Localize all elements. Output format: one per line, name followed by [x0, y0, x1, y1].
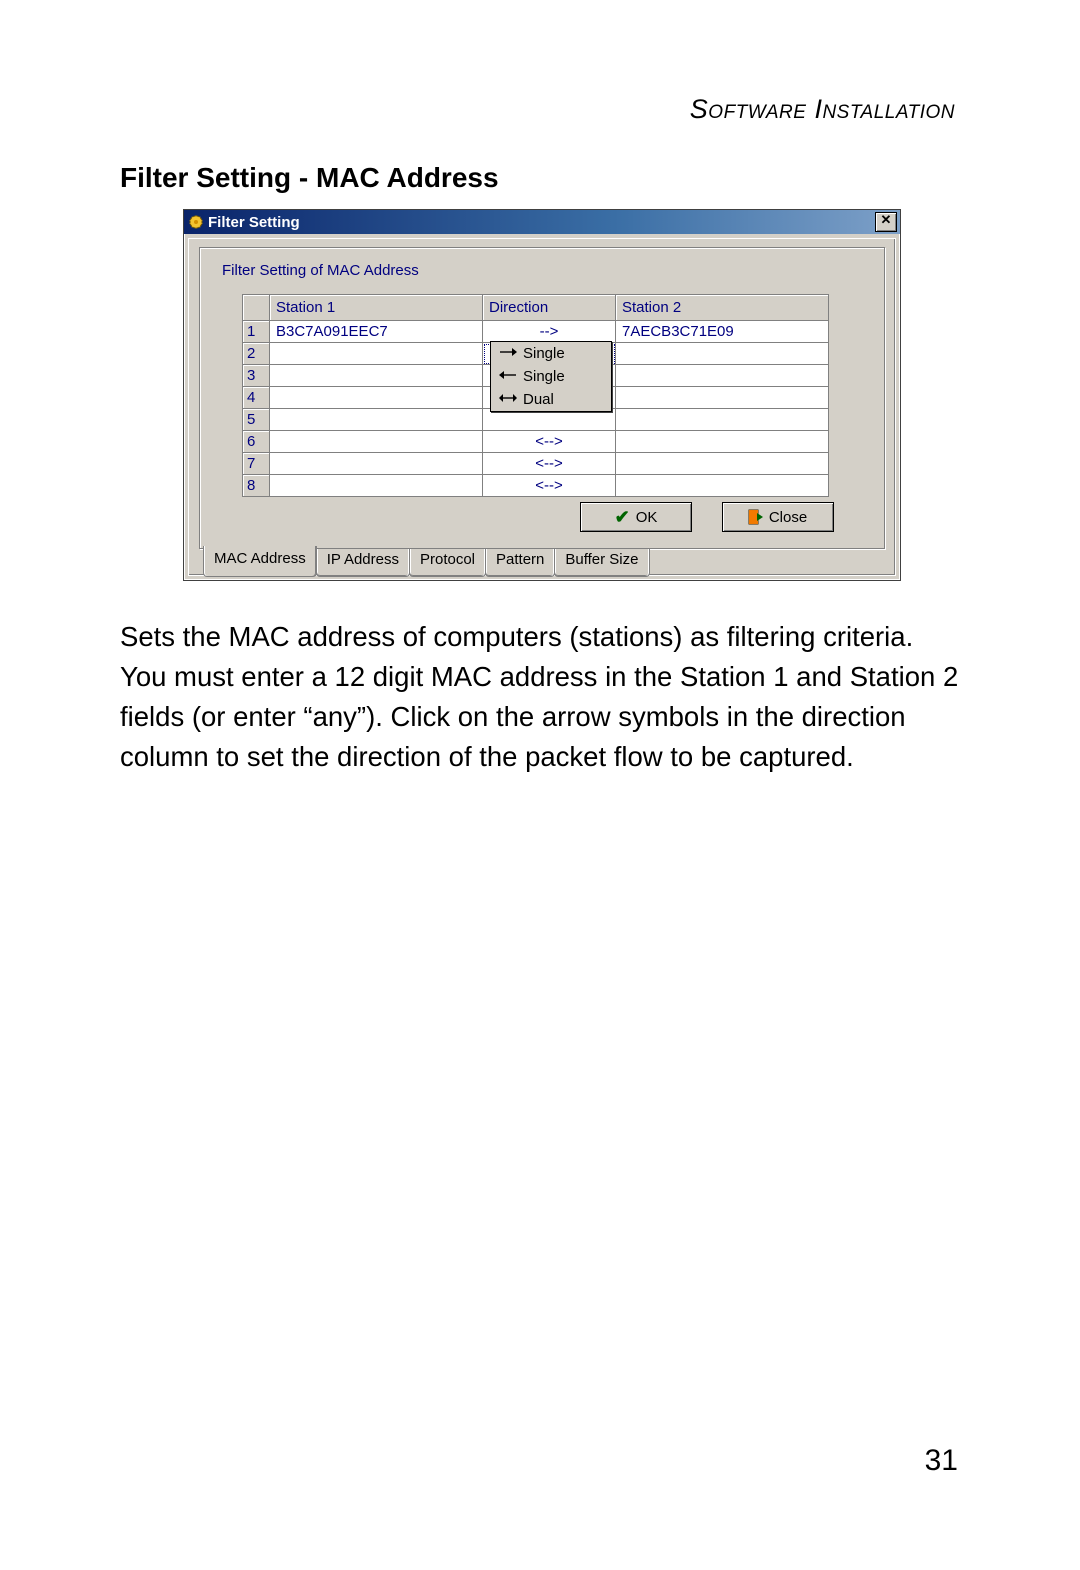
station1-cell[interactable]: B3C7A091EEC7 — [270, 321, 483, 343]
table-row: 8 <--> — [243, 475, 829, 497]
station1-cell[interactable] — [270, 387, 483, 409]
row-number: 6 — [243, 431, 270, 453]
ok-button[interactable]: ✔ OK — [580, 502, 692, 532]
body-paragraph: Sets the MAC address of computers (stati… — [120, 617, 960, 777]
direction-dropdown: Single Single Dual — [490, 341, 612, 412]
station2-cell[interactable] — [616, 431, 829, 453]
arrow-dual-icon — [499, 391, 517, 408]
app-gear-icon — [188, 214, 204, 230]
dialog-button-row: ✔ OK Close — [580, 502, 834, 532]
tab-mac-address[interactable]: MAC Address — [203, 546, 317, 577]
station1-cell[interactable] — [270, 343, 483, 365]
window-close-button[interactable]: ✕ — [875, 212, 897, 232]
direction-cell[interactable]: <--> — [483, 431, 616, 453]
station1-cell[interactable] — [270, 431, 483, 453]
row-number: 1 — [243, 321, 270, 343]
page-header: Software Installation — [690, 94, 955, 125]
direction-cell[interactable]: --> — [483, 321, 616, 343]
row-number: 8 — [243, 475, 270, 497]
station1-cell[interactable] — [270, 409, 483, 431]
table-row: 6 <--> — [243, 431, 829, 453]
section-title: Filter Setting - MAC Address — [120, 162, 499, 194]
tab-buffer-size[interactable]: Buffer Size — [554, 548, 649, 577]
arrow-right-icon — [499, 345, 517, 362]
close-button[interactable]: Close — [722, 502, 834, 532]
station2-cell[interactable]: 7AECB3C71E09 — [616, 321, 829, 343]
station2-cell[interactable] — [616, 365, 829, 387]
col-station1: Station 1 — [270, 295, 483, 321]
filter-tabs: MAC Address IP Address Protocol Pattern … — [203, 545, 649, 576]
direction-cell[interactable]: <--> — [483, 453, 616, 475]
close-icon: ✕ — [881, 212, 892, 227]
dropdown-label: Dual — [523, 391, 554, 408]
row-number: 7 — [243, 453, 270, 475]
title-bar: Filter Setting ✕ — [184, 210, 900, 234]
station1-cell[interactable] — [270, 475, 483, 497]
station2-cell[interactable] — [616, 387, 829, 409]
direction-cell[interactable]: <--> — [483, 475, 616, 497]
tab-pattern[interactable]: Pattern — [485, 548, 555, 577]
table-row: 7 <--> — [243, 453, 829, 475]
dropdown-option-single-left[interactable]: Single — [491, 365, 611, 388]
col-station2: Station 2 — [616, 295, 829, 321]
filter-setting-dialog: Filter Setting ✕ Filter Setting of MAC A… — [183, 209, 901, 581]
col-direction: Direction — [483, 295, 616, 321]
dropdown-label: Single — [523, 345, 565, 362]
grid-corner — [243, 295, 270, 321]
dialog-title: Filter Setting — [208, 214, 875, 231]
station1-cell[interactable] — [270, 365, 483, 387]
tab-protocol[interactable]: Protocol — [409, 548, 486, 577]
station1-cell[interactable] — [270, 453, 483, 475]
dialog-client-area: Filter Setting of MAC Address Station 1 … — [188, 238, 896, 576]
dropdown-option-single-right[interactable]: Single — [491, 342, 611, 365]
dropdown-label: Single — [523, 368, 565, 385]
check-icon: ✔ — [615, 507, 630, 528]
row-number: 4 — [243, 387, 270, 409]
row-number: 2 — [243, 343, 270, 365]
station2-cell[interactable] — [616, 343, 829, 365]
row-number: 5 — [243, 409, 270, 431]
table-row: 1 B3C7A091EEC7 --> 7AECB3C71E09 — [243, 321, 829, 343]
tab-ip-address[interactable]: IP Address — [316, 548, 410, 577]
station2-cell[interactable] — [616, 475, 829, 497]
arrow-left-icon — [499, 368, 517, 385]
door-exit-icon — [749, 509, 763, 525]
station2-cell[interactable] — [616, 409, 829, 431]
ok-label: OK — [636, 509, 658, 526]
station2-cell[interactable] — [616, 453, 829, 475]
filter-panel: Filter Setting of MAC Address Station 1 … — [199, 247, 885, 549]
panel-caption: Filter Setting of MAC Address — [222, 262, 419, 279]
page-number: 31 — [925, 1444, 958, 1478]
close-label: Close — [769, 509, 807, 526]
row-number: 3 — [243, 365, 270, 387]
dropdown-option-dual[interactable]: Dual — [491, 388, 611, 411]
